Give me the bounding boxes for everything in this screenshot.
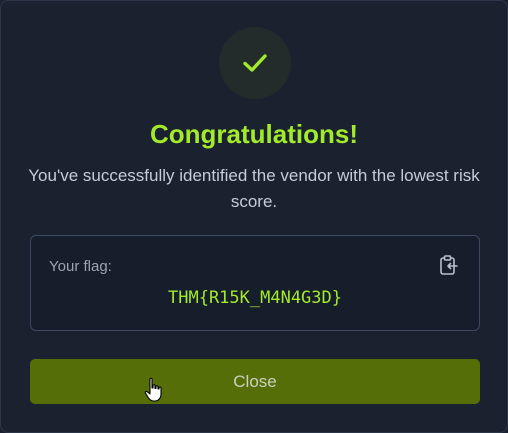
dialog-message: You've successfully identified the vendo… xyxy=(28,166,480,211)
success-modal: Congratulations! You've successfully ide… xyxy=(0,0,508,433)
flag-panel: Your flag: THM{R15K_M4N4G3D} xyxy=(30,235,480,331)
copy-flag-button[interactable] xyxy=(437,254,461,278)
dialog-title: Congratulations! xyxy=(150,119,358,149)
clipboard-copy-icon xyxy=(440,255,458,275)
close-button[interactable]: Close xyxy=(30,359,480,404)
success-badge xyxy=(219,27,291,99)
check-icon xyxy=(243,54,267,72)
flag-value: THM{R15K_M4N4G3D} xyxy=(168,288,342,308)
flag-label: Your flag: xyxy=(49,258,112,275)
